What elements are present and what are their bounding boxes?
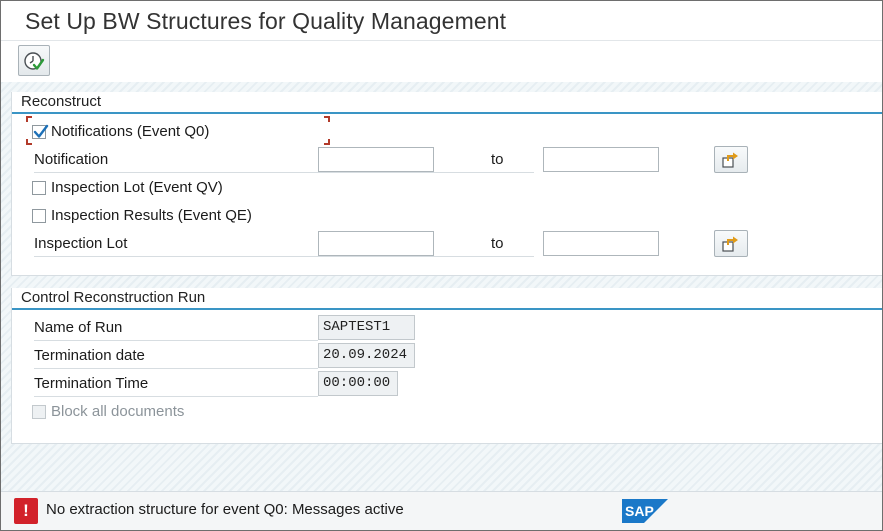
notification-range-row: Notification to xyxy=(12,146,882,174)
inspection-results-checkbox[interactable]: Inspection Results (Event QE) xyxy=(32,202,252,230)
error-icon[interactable]: ! xyxy=(14,498,38,524)
multiple-selection-icon xyxy=(722,236,738,252)
toolbar xyxy=(1,41,882,82)
group-divider xyxy=(12,112,882,114)
inspection-lot-from-input[interactable] xyxy=(318,231,434,256)
title-bar: Set Up BW Structures for Quality Managem… xyxy=(1,1,882,41)
page-title: Set Up BW Structures for Quality Managem… xyxy=(25,8,507,34)
inspection-results-checkbox-label: Inspection Results (Event QE) xyxy=(51,207,252,224)
termination-date-row: Termination date 20.09.2024 xyxy=(12,342,882,370)
status-bar: ! No extraction structure for event Q0: … xyxy=(1,491,882,530)
checkbox-disabled-icon xyxy=(32,405,46,419)
inspection-lot-to-label: to xyxy=(488,230,534,257)
checkbox-unchecked-icon xyxy=(32,209,46,223)
inspection-lot-checkbox-row: Inspection Lot (Event QV) xyxy=(12,174,882,202)
execute-button[interactable] xyxy=(18,45,50,76)
block-all-row: Block all documents xyxy=(12,398,882,426)
group-divider xyxy=(12,308,882,310)
notification-to-label: to xyxy=(488,146,534,173)
name-of-run-field: SAPTEST1 xyxy=(318,315,415,340)
notification-to-input[interactable] xyxy=(543,147,659,172)
app-window: Set Up BW Structures for Quality Managem… xyxy=(0,0,883,531)
notifications-checkbox-label: Notifications (Event Q0) xyxy=(51,123,210,140)
svg-text:SAP: SAP xyxy=(625,503,654,519)
name-of-run-label: Name of Run xyxy=(34,314,318,341)
inspection-results-checkbox-row: Inspection Results (Event QE) xyxy=(12,202,882,230)
notifications-checkbox[interactable]: Notifications (Event Q0) xyxy=(32,118,209,146)
reconstruct-group-title: Reconstruct xyxy=(21,93,102,110)
termination-date-field: 20.09.2024 xyxy=(318,343,415,368)
inspection-lot-multiple-selection-button[interactable] xyxy=(714,230,748,257)
termination-time-label: Termination Time xyxy=(34,370,318,397)
sap-logo: SAP xyxy=(622,499,668,523)
inspection-lot-checkbox-label: Inspection Lot (Event QV) xyxy=(51,179,223,196)
control-run-group-title: Control Reconstruction Run xyxy=(21,289,206,306)
inspection-lot-range-row: Inspection Lot to xyxy=(12,230,882,258)
name-of-run-row: Name of Run SAPTEST1 xyxy=(12,314,882,342)
termination-time-row: Termination Time 00:00:00 xyxy=(12,370,882,398)
termination-time-field: 00:00:00 xyxy=(318,371,398,396)
inspection-lot-checkbox[interactable]: Inspection Lot (Event QV) xyxy=(32,174,223,202)
checkbox-unchecked-icon xyxy=(32,181,46,195)
control-run-group: Control Reconstruction Run Name of Run S… xyxy=(11,288,882,444)
status-message[interactable]: No extraction structure for event Q0: Me… xyxy=(46,501,404,518)
checkbox-checked-icon xyxy=(32,124,49,139)
notification-multiple-selection-button[interactable] xyxy=(714,146,748,173)
notification-from-input[interactable] xyxy=(318,147,434,172)
multiple-selection-icon xyxy=(722,152,738,168)
inspection-lot-to-input[interactable] xyxy=(543,231,659,256)
block-all-checkbox-label: Block all documents xyxy=(51,403,185,420)
termination-date-label: Termination date xyxy=(34,342,318,369)
content-area: Reconstruct Notifications (Event Q0) Not… xyxy=(1,82,882,491)
block-all-checkbox: Block all documents xyxy=(32,398,184,426)
reconstruct-group: Reconstruct Notifications (Event Q0) Not… xyxy=(11,92,882,276)
notifications-row: Notifications (Event Q0) xyxy=(12,118,882,146)
execute-icon xyxy=(24,51,45,70)
